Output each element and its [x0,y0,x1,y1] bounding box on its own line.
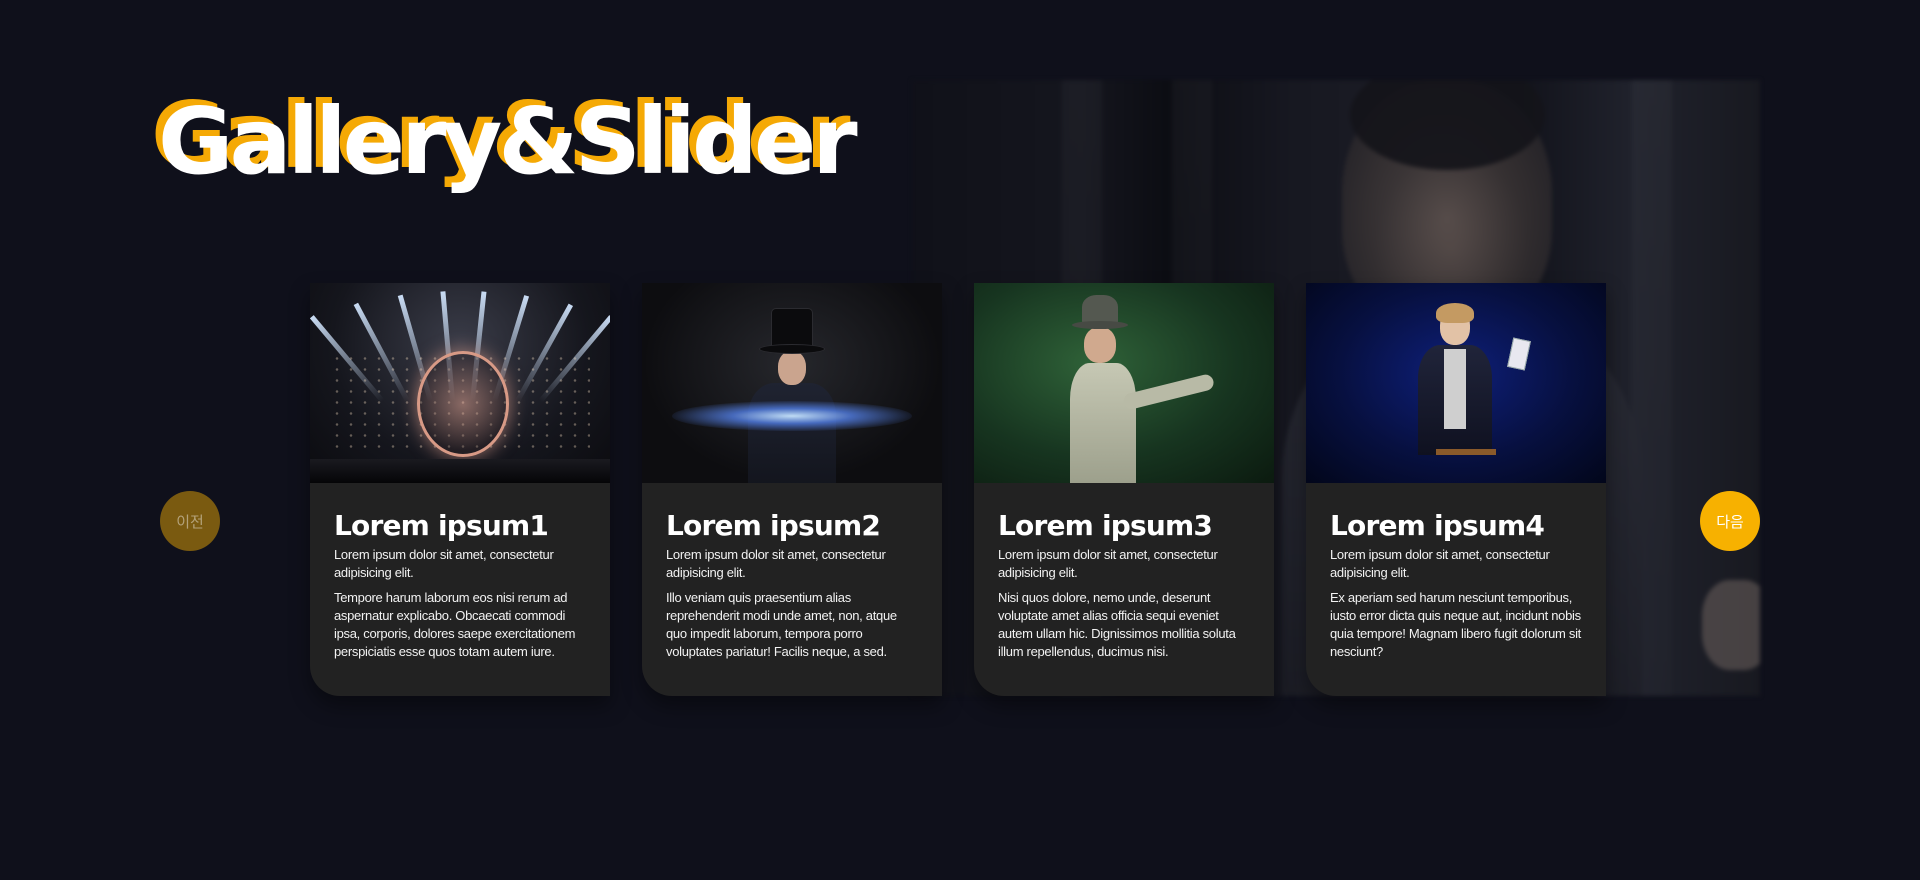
prev-button[interactable]: 이전 [160,491,220,551]
card-body: Lorem ipsum4 Lorem ipsum dolor sit amet,… [1306,483,1606,661]
stage-orb [417,351,509,457]
magician-head [778,351,806,385]
stage-floor [310,459,610,483]
card-subtitle: Lorem ipsum dolor sit amet, consectetur … [1330,547,1550,581]
card-subtitle: Lorem ipsum dolor sit amet, consectetur … [334,547,554,581]
stage-table [1436,449,1496,455]
top-hat [772,309,812,347]
slide-card-4[interactable]: Lorem ipsum4 Lorem ipsum dolor sit amet,… [1306,283,1606,696]
magician-arm [1122,372,1216,411]
magic-energy-glow [672,401,912,431]
slide-card-3[interactable]: Lorem ipsum3 Lorem ipsum dolor sit amet,… [974,283,1274,696]
magician-torso [1070,363,1136,483]
card-text: Illo veniam quis praesentium alias repre… [666,590,897,660]
card-text: Ex aperiam sed harum nesciunt temporibus… [1330,590,1581,660]
background-figure-hand [1702,580,1760,670]
magician-vest [1444,349,1466,429]
card-image [642,283,942,483]
card-body: Lorem ipsum3 Lorem ipsum dolor sit amet,… [974,483,1274,661]
magician-torso [748,383,836,483]
card-text: Tempore harum laborum eos nisi rerum ad … [334,590,576,660]
magician-hair [1436,303,1474,323]
card-title: Lorem ipsum4 [1330,509,1545,542]
slide-card-1[interactable]: Lorem ipsum1 Lorem ipsum dolor sit amet,… [310,283,610,696]
card-title: Lorem ipsum1 [334,509,549,542]
next-button[interactable]: 다음 [1700,491,1760,551]
magician-head [1084,327,1116,363]
card-image [310,283,610,483]
gallery-section: Gallery&Slider 이전 다음 Lorem ipsum1 Lorem … [0,0,1920,880]
card-title: Lorem ipsum3 [998,509,1213,542]
playing-card-prop [1507,337,1531,371]
card-text: Nisi quos dolore, nemo unde, deserunt vo… [998,590,1236,660]
slider-track[interactable]: Lorem ipsum1 Lorem ipsum dolor sit amet,… [310,283,1606,696]
card-subtitle: Lorem ipsum dolor sit amet, consectetur … [998,547,1218,581]
card-body: Lorem ipsum1 Lorem ipsum dolor sit amet,… [310,483,610,661]
card-subtitle: Lorem ipsum dolor sit amet, consectetur … [666,547,886,581]
card-image [974,283,1274,483]
card-image [1306,283,1606,483]
hat-brim [1072,321,1128,329]
slide-card-2[interactable]: Lorem ipsum2 Lorem ipsum dolor sit amet,… [642,283,942,696]
card-body: Lorem ipsum2 Lorem ipsum dolor sit amet,… [642,483,942,661]
card-title: Lorem ipsum2 [666,509,881,542]
top-hat-brim [760,345,824,353]
page-title: Gallery&Slider [158,88,858,195]
